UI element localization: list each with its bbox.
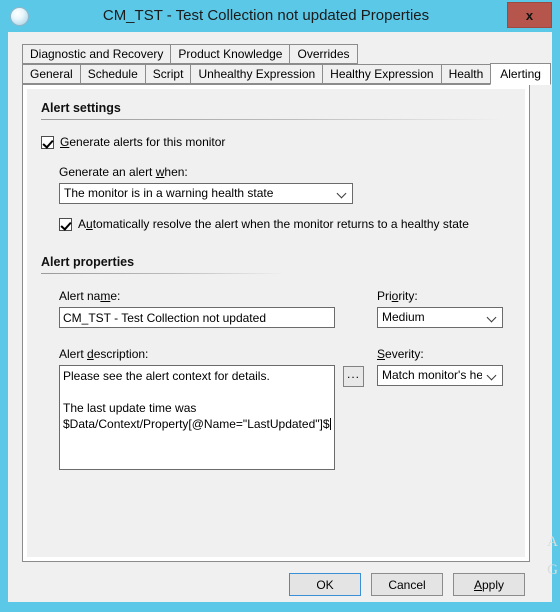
- auto-resolve-label[interactable]: Automatically resolve the alert when the…: [78, 217, 469, 231]
- chevron-down-icon: [488, 316, 497, 321]
- tab-product-knowledge[interactable]: Product Knowledge: [170, 44, 290, 64]
- alert-description-label-post: escription:: [93, 347, 149, 361]
- priority-label-pre: Pri: [377, 289, 392, 303]
- auto-resolve-label-pre: A: [78, 217, 87, 231]
- tab-healthy-expression[interactable]: Healthy Expression: [322, 64, 441, 84]
- apply-button[interactable]: Apply: [453, 573, 525, 596]
- alert-description-textarea[interactable]: Please see the alert context for details…: [59, 365, 335, 470]
- generate-when-dropdown[interactable]: The monitor is in a warning health state: [59, 183, 353, 204]
- priority-label: Priority:: [377, 289, 418, 303]
- severity-label-accel: S: [377, 347, 386, 361]
- priority-value: Medium: [382, 310, 425, 324]
- alert-description-value: Please see the alert context for details…: [63, 369, 330, 431]
- tab-alerting[interactable]: Alerting: [490, 63, 551, 85]
- tab-strip-row-2: General Schedule Script Unhealthy Expres…: [22, 63, 551, 85]
- generate-when-value: The monitor is in a warning health state: [64, 186, 274, 200]
- generate-when-label: Generate an alert when:: [59, 165, 188, 179]
- generate-alerts-label[interactable]: Generate alerts for this monitor: [60, 135, 225, 149]
- alert-name-label-pre: Alert na: [59, 289, 101, 303]
- dialog-body: Diagnostic and Recovery Product Knowledg…: [8, 32, 552, 602]
- severity-dropdown[interactable]: Match monitor's health: [377, 365, 503, 386]
- severity-label-post: everity:: [385, 347, 424, 361]
- auto-resolve-label-post: tomatically resolve the alert when the m…: [92, 217, 469, 231]
- properties-dialog-window: CM_TST - Test Collection not updated Pro…: [0, 0, 560, 612]
- apply-label-post: pply: [482, 577, 505, 592]
- generate-alerts-checkbox-row[interactable]: Generate alerts for this monitor: [41, 135, 225, 149]
- monitor-circle-icon: [10, 7, 29, 26]
- alert-name-input[interactable]: CM_TST - Test Collection not updated: [59, 307, 335, 328]
- alert-description-label: Alert description:: [59, 347, 148, 361]
- alert-name-label: Alert name:: [59, 289, 120, 303]
- alert-settings-divider: [41, 119, 503, 120]
- severity-value: Match monitor's health: [382, 368, 482, 382]
- alerting-tab-panel: Alert settings Generate alerts for this …: [22, 84, 530, 562]
- chevron-down-icon: [338, 192, 347, 197]
- cancel-button[interactable]: Cancel: [371, 573, 443, 596]
- ok-button[interactable]: OK: [289, 573, 361, 596]
- tab-strip-row-1: Diagnostic and Recovery Product Knowledg…: [22, 44, 358, 64]
- text-cursor: [329, 418, 331, 430]
- auto-resolve-checkbox[interactable]: [59, 217, 72, 231]
- generate-alerts-text: enerate alerts for this monitor: [69, 135, 226, 149]
- apply-label-accel: A: [473, 577, 482, 592]
- alerting-panel-inner: Alert settings Generate alerts for this …: [27, 89, 525, 557]
- severity-label: Severity:: [377, 347, 424, 361]
- browse-description-button[interactable]: ...: [343, 366, 364, 387]
- alert-description-label-accel: d: [87, 347, 94, 361]
- alert-settings-heading: Alert settings: [41, 101, 121, 115]
- alert-properties-divider: [41, 273, 285, 274]
- tab-unhealthy-expression[interactable]: Unhealthy Expression: [190, 64, 323, 84]
- alert-name-label-accel: m: [100, 289, 111, 303]
- generate-alerts-checkbox[interactable]: [41, 135, 54, 149]
- auto-resolve-accel: u: [86, 217, 93, 231]
- generate-when-label-post: hen:: [164, 165, 188, 179]
- close-button[interactable]: x: [507, 2, 552, 28]
- priority-label-post: rity:: [398, 289, 418, 303]
- alert-properties-heading: Alert properties: [41, 255, 135, 269]
- tab-health[interactable]: Health: [440, 64, 491, 84]
- priority-dropdown[interactable]: Medium: [377, 307, 503, 328]
- generate-alerts-accel: G: [60, 135, 70, 149]
- alert-description-label-pre: Alert: [59, 347, 88, 361]
- chevron-down-icon: [488, 374, 497, 379]
- alert-name-label-post: e:: [110, 289, 121, 303]
- tab-script[interactable]: Script: [144, 64, 191, 84]
- tab-overrides[interactable]: Overrides: [289, 44, 358, 64]
- tab-general[interactable]: General: [22, 64, 80, 84]
- tab-schedule[interactable]: Schedule: [79, 64, 145, 84]
- title-bar: CM_TST - Test Collection not updated Pro…: [0, 0, 560, 32]
- generate-when-label-pre: Generate an alert: [59, 165, 156, 179]
- tab-diagnostic-and-recovery[interactable]: Diagnostic and Recovery: [22, 44, 171, 64]
- auto-resolve-checkbox-row[interactable]: Automatically resolve the alert when the…: [59, 217, 469, 231]
- window-title: CM_TST - Test Collection not updated Pro…: [102, 7, 430, 24]
